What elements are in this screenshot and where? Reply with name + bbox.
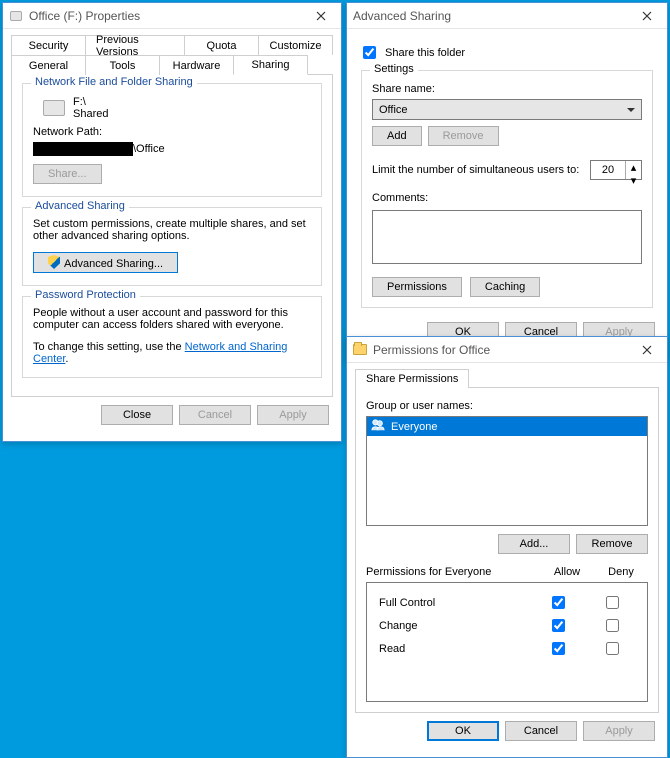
properties-title: Office (F:) Properties <box>29 9 301 23</box>
permissions-button[interactable]: Permissions <box>372 277 462 297</box>
settings-legend: Settings <box>370 63 418 75</box>
perm-label: Full Control <box>375 597 531 609</box>
group-legend: Password Protection <box>31 289 140 301</box>
shield-icon <box>48 255 60 269</box>
users-listbox[interactable]: Everyone <box>366 416 648 526</box>
permissions-for-label: Permissions for Everyone <box>366 566 540 578</box>
apply-button[interactable]: Apply <box>257 405 329 425</box>
share-button[interactable]: Share... <box>33 164 102 184</box>
chevron-up-icon[interactable]: ▴ <box>626 161 641 174</box>
share-name-value: Office <box>379 104 408 116</box>
advanced-sharing-button-label: Advanced Sharing... <box>64 258 163 270</box>
remove-user-button[interactable]: Remove <box>576 534 648 554</box>
limit-users-label: Limit the number of simultaneous users t… <box>372 164 579 176</box>
password-link-line: To change this setting, use the Network … <box>33 341 311 365</box>
properties-window: Office (F:) Properties Security Previous… <box>2 2 342 442</box>
group-network-sharing: Network File and Folder Sharing F:\ Shar… <box>22 83 322 197</box>
drive-status: Shared <box>73 108 108 120</box>
limit-users-input[interactable] <box>591 161 625 179</box>
network-path-suffix: \Office <box>133 143 165 155</box>
apply-button[interactable]: Apply <box>583 721 655 741</box>
list-item[interactable]: Everyone <box>367 417 647 436</box>
comments-input[interactable] <box>372 210 642 264</box>
col-allow: Allow <box>540 566 594 578</box>
drive-name: F:\ <box>73 96 108 108</box>
close-icon[interactable] <box>627 3 667 28</box>
drive-icon <box>43 100 65 116</box>
close-button[interactable]: Close <box>101 405 173 425</box>
perm-label: Read <box>375 643 531 655</box>
limit-users-stepper[interactable]: ▴▾ <box>590 160 642 180</box>
group-legend: Advanced Sharing <box>31 200 129 212</box>
tab-previous-versions[interactable]: Previous Versions <box>85 35 185 55</box>
table-row: Full Control <box>375 593 639 612</box>
tab-general[interactable]: General <box>11 55 86 75</box>
permissions-title: Permissions for Office <box>373 343 627 357</box>
advanced-sharing-window: Advanced Sharing Share this folder Setti… <box>346 2 668 359</box>
chevron-down-icon[interactable]: ▾ <box>626 174 641 187</box>
share-permissions-panel: Group or user names: Everyone Add... Rem… <box>355 387 659 713</box>
tab-customize[interactable]: Customize <box>258 35 333 55</box>
link-post: . <box>65 353 68 365</box>
tab-quota[interactable]: Quota <box>184 35 259 55</box>
close-icon[interactable] <box>627 337 667 362</box>
tab-tools[interactable]: Tools <box>85 55 160 75</box>
caching-button[interactable]: Caching <box>470 277 540 297</box>
close-icon[interactable] <box>301 3 341 28</box>
tab-share-permissions[interactable]: Share Permissions <box>355 369 469 388</box>
col-deny: Deny <box>594 566 648 578</box>
group-password-protection: Password Protection People without a use… <box>22 296 322 378</box>
settings-group: Settings Share name: Office Add Remove L… <box>361 70 653 308</box>
cancel-button[interactable]: Cancel <box>505 721 577 741</box>
add-share-button[interactable]: Add <box>372 126 422 146</box>
allow-read-checkbox[interactable] <box>552 642 565 655</box>
network-path-label: Network Path: <box>33 126 311 138</box>
deny-full-control-checkbox[interactable] <box>606 596 619 609</box>
sharing-panel: Network File and Folder Sharing F:\ Shar… <box>11 74 333 397</box>
advanced-sharing-title: Advanced Sharing <box>353 9 627 23</box>
deny-change-checkbox[interactable] <box>606 619 619 632</box>
tab-sharing[interactable]: Sharing <box>233 55 308 75</box>
redacted-path <box>33 142 133 156</box>
ok-button[interactable]: OK <box>427 721 499 741</box>
share-name-label: Share name: <box>372 83 642 95</box>
permissions-table: Full Control Change Read <box>366 582 648 702</box>
table-row: Read <box>375 639 639 658</box>
tab-security[interactable]: Security <box>11 35 86 55</box>
group-advanced-sharing: Advanced Sharing Set custom permissions,… <box>22 207 322 286</box>
add-user-button[interactable]: Add... <box>498 534 570 554</box>
allow-change-checkbox[interactable] <box>552 619 565 632</box>
deny-read-checkbox[interactable] <box>606 642 619 655</box>
link-pre: To change this setting, use the <box>33 341 185 353</box>
network-path-value: \Office <box>33 142 311 156</box>
list-item-label: Everyone <box>391 421 437 433</box>
share-name-select[interactable]: Office <box>372 99 642 120</box>
password-protection-text: People without a user account and passwo… <box>33 307 311 331</box>
allow-full-control-checkbox[interactable] <box>552 596 565 609</box>
cancel-button[interactable]: Cancel <box>179 405 251 425</box>
permissions-titlebar[interactable]: Permissions for Office <box>347 337 667 363</box>
spinner-arrows[interactable]: ▴▾ <box>625 161 641 179</box>
advanced-sharing-button[interactable]: Advanced Sharing... <box>33 252 178 273</box>
perm-label: Change <box>375 620 531 632</box>
remove-share-button[interactable]: Remove <box>428 126 499 146</box>
advanced-sharing-titlebar[interactable]: Advanced Sharing <box>347 3 667 29</box>
properties-titlebar[interactable]: Office (F:) Properties <box>3 3 341 29</box>
permissions-window: Permissions for Office Share Permissions… <box>346 336 668 758</box>
table-row: Change <box>375 616 639 635</box>
share-this-folder-checkbox[interactable] <box>363 46 376 59</box>
comments-label: Comments: <box>372 192 642 204</box>
tab-hardware[interactable]: Hardware <box>159 55 234 75</box>
share-this-folder-row[interactable]: Share this folder <box>359 43 655 62</box>
advanced-sharing-text: Set custom permissions, create multiple … <box>33 218 311 242</box>
folder-icon <box>353 343 367 357</box>
groups-label: Group or user names: <box>366 400 648 412</box>
group-legend: Network File and Folder Sharing <box>31 76 197 88</box>
share-this-folder-label: Share this folder <box>385 47 465 59</box>
users-icon <box>371 418 385 435</box>
drive-icon <box>9 9 23 23</box>
